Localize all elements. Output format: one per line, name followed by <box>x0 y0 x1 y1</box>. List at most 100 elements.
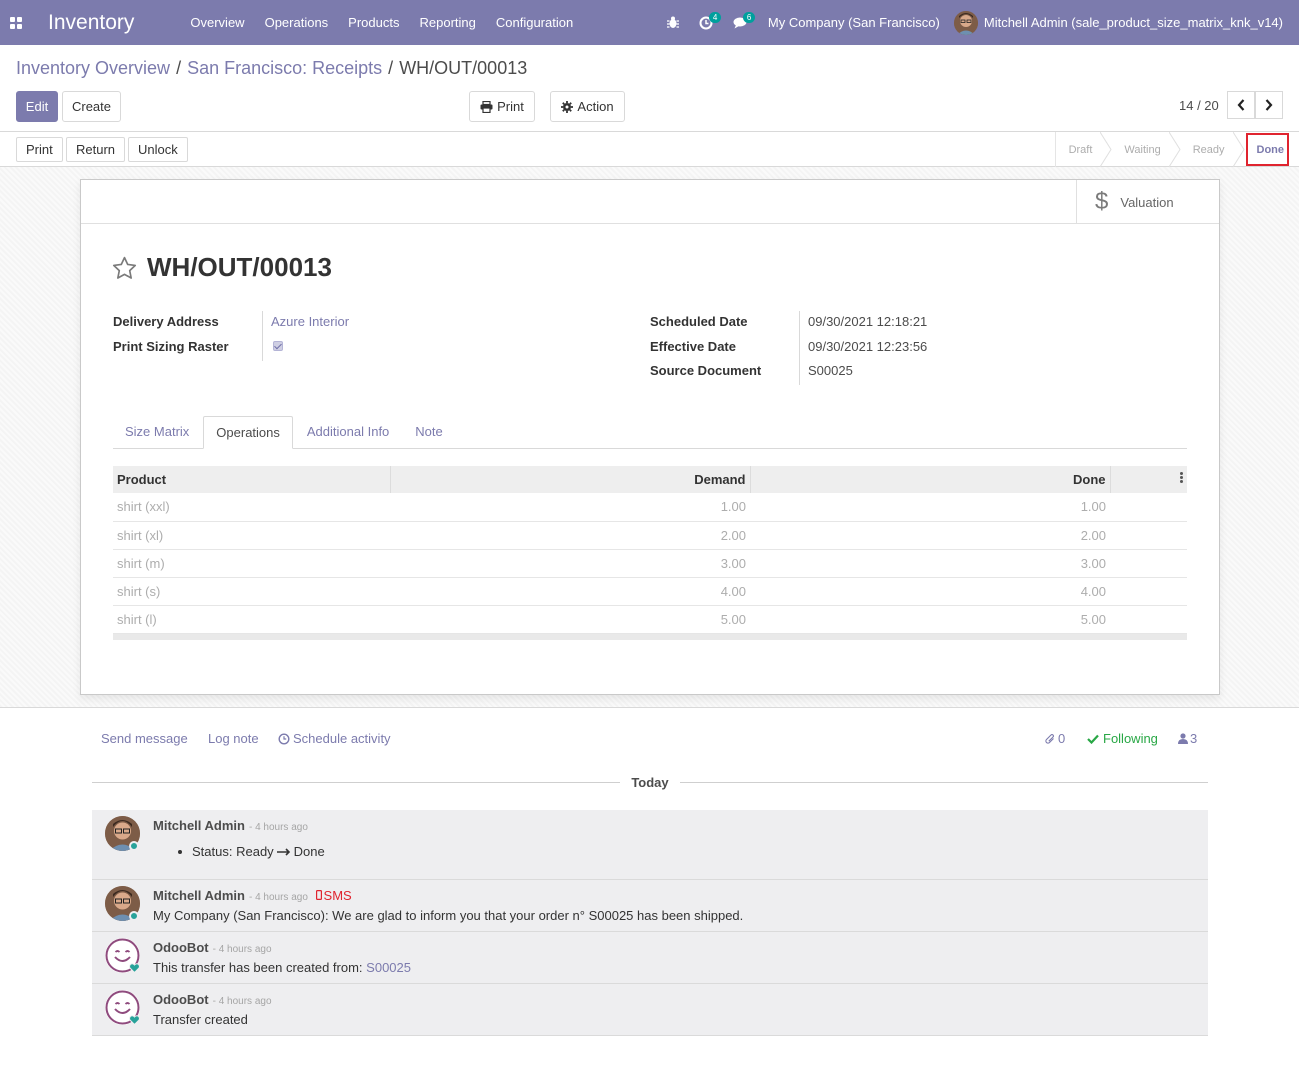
schedule-activity-label: Schedule activity <box>293 731 391 746</box>
table-row[interactable]: shirt (xl) 2.00 2.00 <box>113 521 1187 550</box>
user-icon <box>1178 733 1188 744</box>
message-author: Mitchell Admin - 4 hours ago SMS <box>153 888 352 903</box>
sms-badge[interactable]: SMS <box>315 888 352 903</box>
table-row[interactable]: shirt (xxl) 1.00 1.00 <box>113 493 1187 522</box>
smart-button-box: $ Valuation <box>81 180 1219 224</box>
message-item: OdooBot - 4 hours ago Transfer created <box>92 984 1208 1036</box>
author-name[interactable]: Mitchell Admin <box>153 818 245 833</box>
menu-overview[interactable]: Overview <box>180 0 254 45</box>
followers-button[interactable]: 3 <box>1178 731 1197 746</box>
table-row[interactable]: shirt (s) 4.00 4.00 <box>113 577 1187 606</box>
stage-waiting: Waiting <box>1106 132 1181 167</box>
apps-menu-icon[interactable] <box>0 0 32 45</box>
pager-value[interactable]: 14 / 20 <box>1179 98 1219 113</box>
following-label: Following <box>1103 731 1158 746</box>
print-sizing-raster-checkbox <box>273 341 283 351</box>
cell-done: 5.00 <box>750 605 1110 634</box>
stage-ready-label: Ready <box>1192 143 1225 156</box>
tab-operations[interactable]: Operations <box>203 416 293 449</box>
following-button[interactable]: Following <box>1087 731 1158 746</box>
debug-bug-icon[interactable] <box>657 0 689 45</box>
message-time: - 4 hours ago <box>212 944 272 955</box>
table-row[interactable]: shirt (l) 5.00 5.00 <box>113 605 1187 634</box>
kebab-menu-icon <box>1180 472 1183 484</box>
scheduled-date-label: Scheduled Date <box>650 314 748 329</box>
breadcrumb-inventory-overview[interactable]: Inventory Overview <box>16 58 170 79</box>
date-separator-label: Today <box>631 775 669 790</box>
user-name: Mitchell Admin (sale_product_size_matrix… <box>983 15 1283 30</box>
effective-date-label: Effective Date <box>650 339 736 354</box>
menu-operations[interactable]: Operations <box>255 0 339 45</box>
source-order-link[interactable]: S00025 <box>366 960 411 975</box>
cell-empty <box>1110 605 1187 634</box>
star-favorite-icon[interactable] <box>112 256 137 280</box>
column-header-done[interactable]: Done <box>750 466 1111 493</box>
author-name[interactable]: OdooBot <box>153 992 209 1007</box>
cell-empty <box>1110 521 1187 550</box>
column-header-demand[interactable]: Demand <box>390 466 751 493</box>
followers-count: 3 <box>1190 731 1198 746</box>
delivery-address-value[interactable]: Azure Interior <box>271 314 349 329</box>
check-icon <box>1087 734 1099 744</box>
message-author: OdooBot - 4 hours ago <box>153 992 272 1007</box>
table-row[interactable]: shirt (m) 3.00 3.00 <box>113 549 1187 578</box>
create-button[interactable]: Create <box>62 91 121 122</box>
company-switcher[interactable]: My Company (San Francisco) <box>760 15 954 30</box>
action-dropdown-button[interactable]: Action <box>550 91 625 122</box>
message-body: Transfer created <box>153 1012 248 1027</box>
print-button[interactable]: Print <box>16 137 63 162</box>
cell-empty <box>1110 493 1187 522</box>
message-count-badge: 6 <box>742 12 756 23</box>
gear-icon <box>561 100 574 113</box>
stage-draft-label: Draft <box>1068 143 1093 156</box>
tracking-value: Status: Ready Done <box>178 844 325 859</box>
cell-product: shirt (s) <box>113 577 390 606</box>
pager-previous-button[interactable] <box>1227 91 1255 119</box>
unlock-button[interactable]: Unlock <box>128 137 188 162</box>
action-label: Action <box>577 99 614 114</box>
pager-next-button[interactable] <box>1255 91 1283 119</box>
tab-size-matrix[interactable]: Size Matrix <box>113 416 201 449</box>
cell-demand: 3.00 <box>390 549 750 578</box>
menu-products[interactable]: Products <box>338 0 409 45</box>
column-header-product[interactable]: Product <box>113 466 391 493</box>
message-item: OdooBot - 4 hours ago This transfer has b… <box>92 932 1208 984</box>
heart-status-icon <box>129 1015 140 1025</box>
author-name[interactable]: Mitchell Admin <box>153 888 245 903</box>
send-message-button[interactable]: Send message <box>101 731 188 746</box>
log-note-button[interactable]: Log note <box>208 731 259 746</box>
tab-note[interactable]: Note <box>403 416 454 449</box>
attachments-button[interactable]: 0 <box>1045 731 1065 746</box>
menu-configuration[interactable]: Configuration <box>486 0 583 45</box>
activity-count-badge: 4 <box>708 12 722 23</box>
operations-table: Product Demand Done shirt (xxl) 1.00 1.0… <box>113 466 1187 640</box>
message-time: - 4 hours ago <box>248 822 308 833</box>
messaging-chat-icon[interactable]: 6 <box>723 0 760 45</box>
stage-draft: Draft <box>1056 132 1113 167</box>
tracking-field-label: Status: <box>192 844 233 859</box>
schedule-activity-button[interactable]: Schedule activity <box>278 731 391 746</box>
dollar-icon: $ <box>1095 188 1109 215</box>
return-button[interactable]: Return <box>66 137 126 162</box>
cell-demand: 2.00 <box>390 521 750 550</box>
print-dropdown-button[interactable]: Print <box>469 91 535 122</box>
activity-clock-icon[interactable]: 4 <box>689 0 723 45</box>
cell-done: 2.00 <box>750 521 1110 550</box>
form-sheet: $ Valuation WH/OUT/00013 Delivery Addres… <box>80 179 1220 695</box>
arrow-right-icon <box>276 847 290 856</box>
print-sizing-raster-label: Print Sizing Raster <box>113 339 229 354</box>
tab-additional-info[interactable]: Additional Info <box>295 416 401 449</box>
breadcrumb-receipts[interactable]: San Francisco: Receipts <box>187 58 382 79</box>
user-menu[interactable]: Mitchell Admin (sale_product_size_matrix… <box>953 10 1299 35</box>
message-author: OdooBot - 4 hours ago <box>153 940 272 955</box>
edit-button[interactable]: Edit <box>16 91 58 122</box>
optional-columns-toggle[interactable] <box>1110 466 1187 493</box>
message-item: Mitchell Admin - 4 hours ago Status: Read… <box>92 810 1208 880</box>
breadcrumb-current: WH/OUT/00013 <box>399 58 528 78</box>
systray: 4 6 My Company (San Francisco) Mitchell … <box>657 0 1299 45</box>
app-name[interactable]: Inventory <box>48 11 134 35</box>
valuation-button[interactable]: $ Valuation <box>1076 180 1219 224</box>
menu-reporting[interactable]: Reporting <box>409 0 485 45</box>
form-view: $ Valuation WH/OUT/00013 Delivery Addres… <box>0 167 1299 708</box>
author-name[interactable]: OdooBot <box>153 940 209 955</box>
